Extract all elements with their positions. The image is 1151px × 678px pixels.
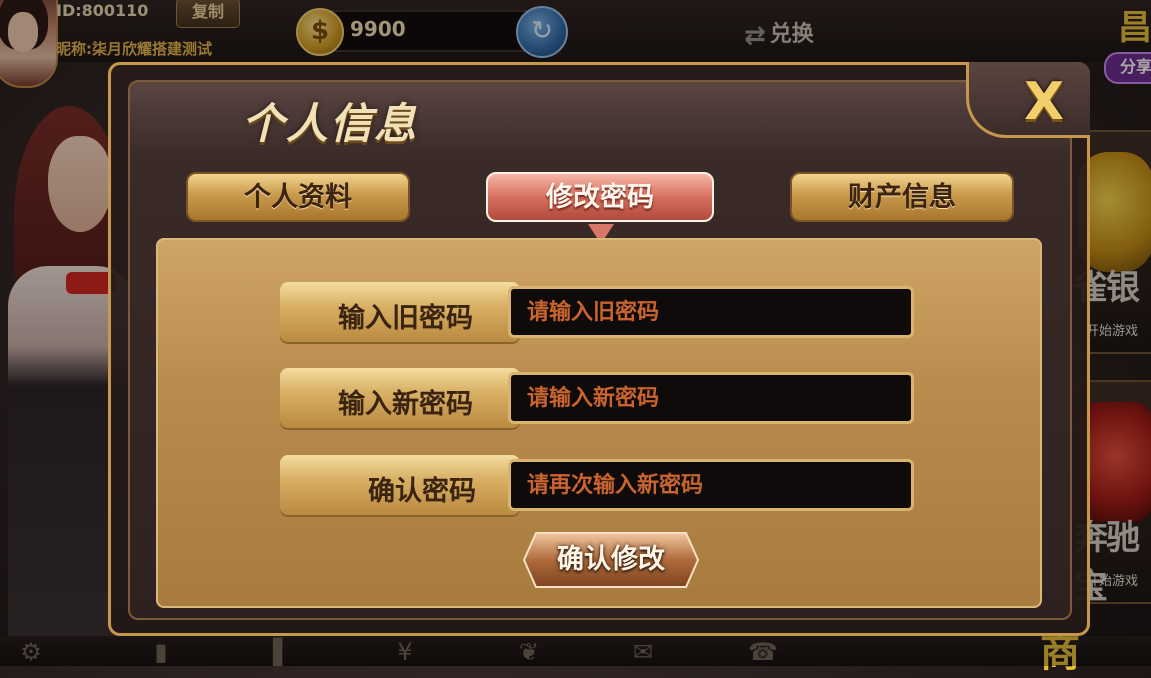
tab-assets[interactable]: 财产信息 (790, 172, 1014, 222)
new-password-input[interactable] (508, 372, 914, 424)
close-icon: X (1023, 72, 1065, 132)
tab-profile[interactable]: 个人资料 (186, 172, 410, 222)
confirm-password-label: 确认密码 (368, 476, 476, 507)
close-button[interactable]: X (1016, 74, 1072, 130)
new-password-row: 输入新密码 (280, 368, 918, 428)
confirm-password-row: 确认密码 (280, 455, 918, 515)
new-password-label: 输入新密码 (338, 389, 473, 420)
old-password-label: 输入旧密码 (338, 303, 473, 334)
confirm-change-button[interactable]: 确认修改 (522, 531, 700, 589)
tab-change-password[interactable]: 修改密码 (486, 172, 714, 222)
confirm-password-input[interactable] (508, 459, 914, 511)
dialog-title: 个人信息 (242, 99, 419, 148)
old-password-input[interactable] (508, 286, 914, 338)
old-password-row: 输入旧密码 (280, 282, 918, 342)
confirm-change-label: 确认修改 (557, 544, 665, 575)
